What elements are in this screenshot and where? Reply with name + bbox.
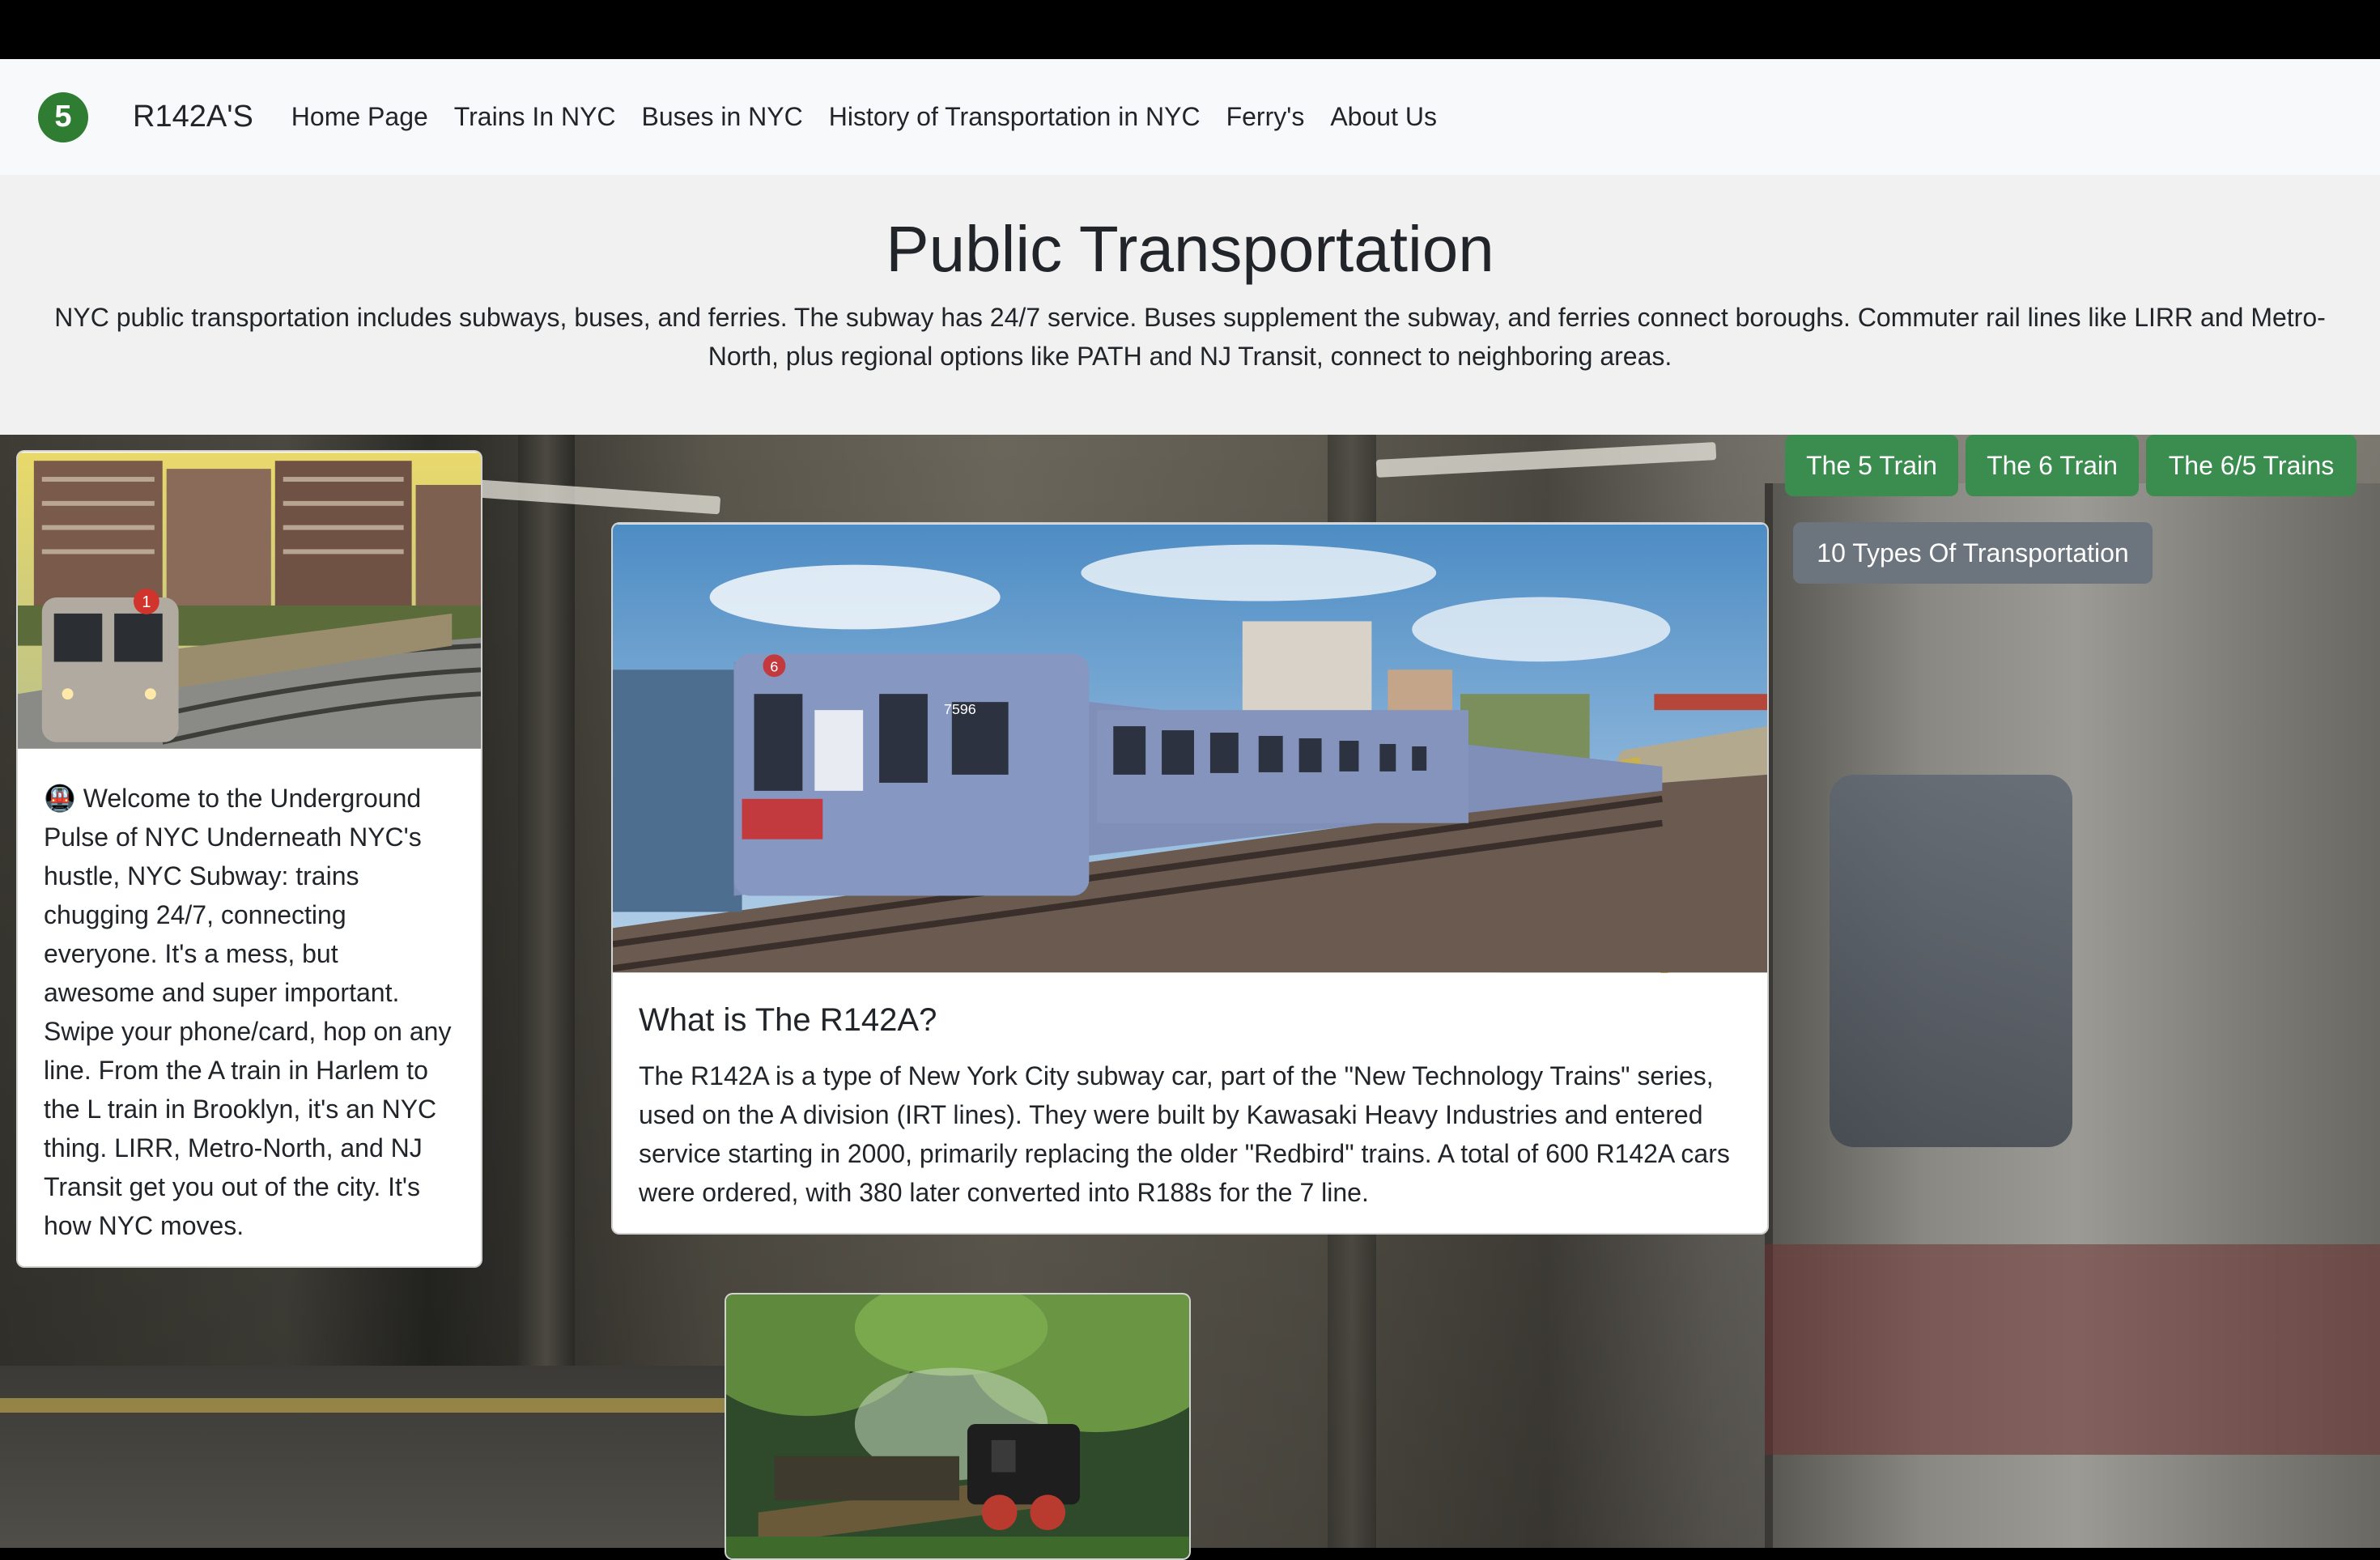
r142a-card-text: The R142A is a type of New York City sub… bbox=[639, 1061, 1730, 1207]
train-1-badge: 1 bbox=[142, 593, 151, 611]
the-6-train-button[interactable]: The 6 Train bbox=[1966, 435, 2139, 496]
nav-ferry[interactable]: Ferry's bbox=[1226, 102, 1305, 132]
subway-car-red-panel bbox=[1765, 1244, 2380, 1455]
the-5-train-button[interactable]: The 5 Train bbox=[1785, 435, 1958, 496]
nav-history[interactable]: History of Transportation in NYC bbox=[829, 102, 1201, 132]
car-number-label: 7596 bbox=[944, 701, 976, 717]
welcome-paragraph: Welcome to the Underground Pulse of NYC … bbox=[44, 784, 452, 1240]
the-6-5-trains-button[interactable]: The 6/5 Trains bbox=[2146, 435, 2357, 496]
browser-top-bar bbox=[0, 0, 2380, 59]
platform-edge-stripe bbox=[0, 1398, 729, 1413]
page-title: Public Transportation bbox=[886, 213, 1494, 285]
navbar: 5 R142A'S Home Page Trains In NYC Buses … bbox=[0, 59, 2380, 175]
welcome-card-body: 🚇 Welcome to the Underground Pulse of NY… bbox=[18, 750, 481, 1266]
r142a-card-title: What is The R142A? bbox=[639, 1002, 937, 1038]
r142a-card: 6 7596 What is The R142A? The R142A is a… bbox=[611, 522, 1769, 1235]
hero-description: NYC public transportation includes subwa… bbox=[54, 303, 2326, 371]
elevated-1-train-image: 1 bbox=[18, 453, 481, 749]
subway-car-window bbox=[1830, 775, 2072, 1147]
nav-home[interactable]: Home Page bbox=[291, 102, 428, 132]
r142a-card-body: What is The R142A? The R142A is a type o… bbox=[613, 973, 1767, 1233]
10-types-of-transportation-button[interactable]: 10 Types Of Transportation bbox=[1793, 522, 2153, 584]
welcome-text: 🚇 Welcome to the Underground Pulse of NY… bbox=[44, 779, 455, 1245]
nav-about[interactable]: About Us bbox=[1330, 102, 1437, 132]
logo-text: 5 bbox=[54, 100, 72, 134]
brand-link[interactable]: R142A'S bbox=[133, 100, 253, 134]
steam-train-image bbox=[726, 1294, 1189, 1558]
ceiling-light bbox=[1375, 442, 1717, 478]
hero-header: Public Transportation NYC public transpo… bbox=[0, 175, 2380, 435]
nav-trains[interactable]: Trains In NYC bbox=[454, 102, 616, 132]
steam-train-card bbox=[725, 1293, 1191, 1560]
nav-links: Home Page Trains In NYC Buses in NYC His… bbox=[291, 102, 1437, 132]
train-6-badge: 6 bbox=[770, 658, 778, 674]
logo-5-badge[interactable]: 5 bbox=[38, 91, 88, 142]
r142a-train-image: 6 7596 bbox=[613, 524, 1767, 973]
platform-floor bbox=[0, 1366, 810, 1548]
welcome-card: 1 🚇 Welcome to the Underground Pulse of … bbox=[16, 450, 482, 1268]
nav-buses[interactable]: Buses in NYC bbox=[642, 102, 803, 132]
subway-emoji-icon: 🚇 bbox=[44, 784, 76, 813]
